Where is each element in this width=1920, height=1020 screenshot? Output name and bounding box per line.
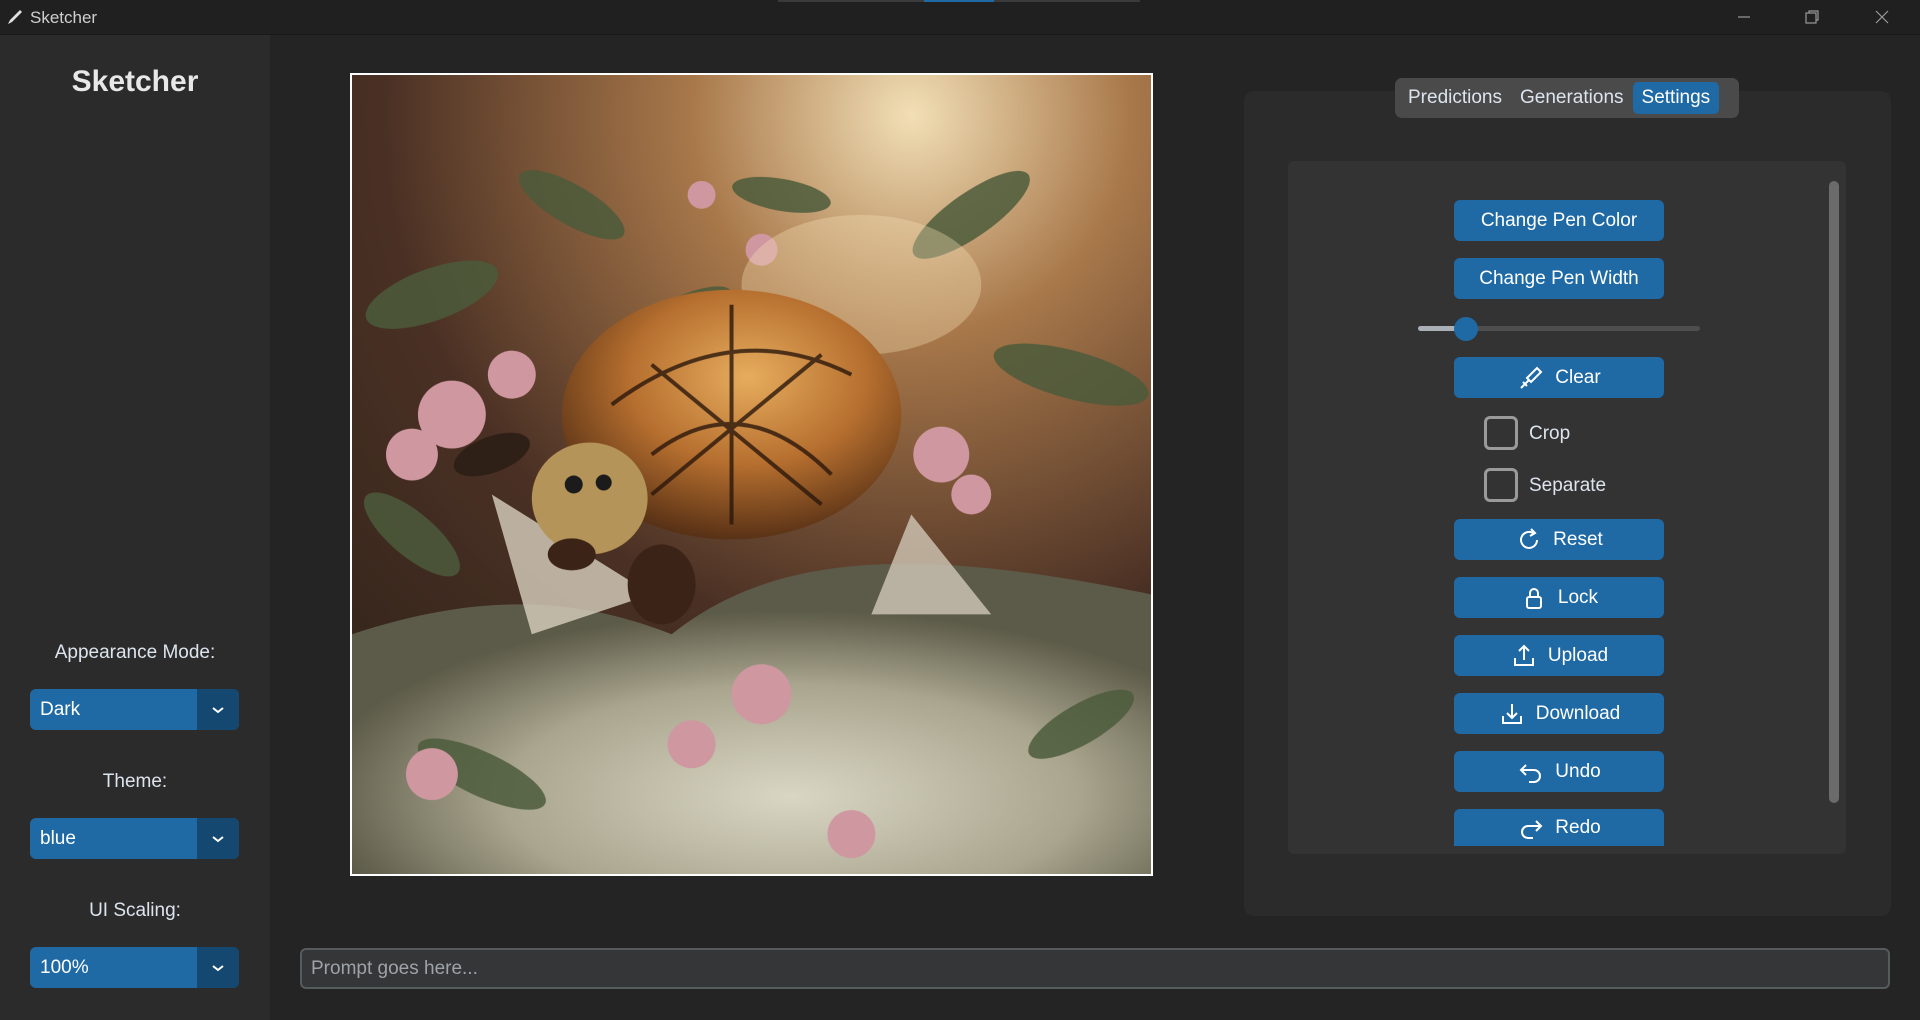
drag-indicator-active [924,0,994,2]
change-pen-color-button[interactable]: Change Pen Color [1454,200,1664,241]
download-icon [1501,703,1522,724]
tab-settings[interactable]: Settings [1632,82,1720,114]
upload-label: Upload [1547,644,1609,666]
tab-generations[interactable]: Generations [1511,82,1633,114]
chevron-down-icon [212,706,224,713]
close-button[interactable] [1852,0,1912,34]
sidebar: Sketcher Appearance Mode: Dark Theme: bl… [0,35,270,1020]
clear-label: Clear [1555,366,1601,388]
settings-scrollbar[interactable] [1829,181,1839,803]
minimize-button[interactable] [1714,0,1774,34]
ui-scaling-value: 100% [40,957,89,978]
restore-button[interactable] [1782,0,1842,34]
ui-scaling-select[interactable]: 100% [30,947,239,988]
tab-bar: Predictions Generations Settings [1395,78,1739,118]
sidebar-logo: Sketcher [71,65,199,98]
app-pen-icon [8,10,22,24]
change-pen-color-label: Change Pen Color [1480,209,1638,231]
crop-label: Crop [1529,423,1571,444]
reset-icon [1520,527,1539,549]
clear-button[interactable]: Clear [1454,357,1664,398]
redo-icon [1521,819,1543,839]
separate-checkbox[interactable] [1484,468,1518,502]
appearance-mode-dropdown-button[interactable] [197,689,239,730]
redo-label: Redo [1555,816,1601,838]
lock-label: Lock [1557,586,1599,608]
reset-button[interactable]: Reset [1454,519,1664,560]
change-pen-width-button[interactable]: Change Pen Width [1454,258,1664,299]
upload-icon [1513,644,1534,666]
drawing-canvas[interactable] [350,73,1153,876]
eraser-brush-icon [1520,366,1543,389]
minimize-icon [1738,16,1750,18]
undo-button[interactable]: Undo [1454,751,1664,792]
theme-value: blue [40,828,76,849]
redo-button[interactable]: Redo [1454,809,1664,846]
separate-label: Separate [1529,475,1607,496]
pen-width-slider-handle[interactable] [1453,317,1478,341]
download-label: Download [1535,702,1621,724]
appearance-mode-label: Appearance Mode: [54,642,216,663]
tab-predictions[interactable]: Predictions [1399,82,1511,114]
change-pen-width-label: Change Pen Width [1479,267,1639,289]
upload-button[interactable]: Upload [1454,635,1664,676]
undo-icon [1519,763,1542,783]
title-bar: Sketcher [0,0,1920,35]
download-button[interactable]: Download [1454,693,1664,734]
undo-label: Undo [1555,760,1601,782]
theme-select[interactable]: blue [30,818,239,859]
appearance-mode-select[interactable]: Dark [30,689,239,730]
ui-scaling-label: UI Scaling: [89,900,181,921]
theme-dropdown-button[interactable] [197,818,239,859]
restore-icon [1805,10,1819,24]
drag-indicator [778,0,924,2]
chevron-down-icon [212,835,224,842]
window-title: Sketcher [30,8,98,27]
prompt-input[interactable] [300,948,1890,989]
theme-label: Theme: [102,771,168,792]
reset-label: Reset [1553,528,1603,550]
ui-scaling-dropdown-button[interactable] [197,947,239,988]
chevron-down-icon [212,964,224,971]
lock-button[interactable]: Lock [1454,577,1664,618]
close-icon [1875,10,1889,24]
crop-checkbox[interactable] [1484,416,1518,450]
appearance-mode-value: Dark [40,699,81,720]
drag-indicator [994,0,1140,2]
lock-icon [1525,587,1542,609]
generated-turtle-image [352,75,1151,874]
